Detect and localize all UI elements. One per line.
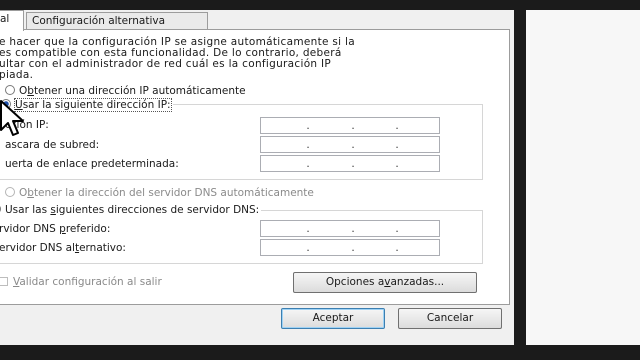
dns-manual-label: Usar las siguientes direcciones de servi… <box>5 204 260 216</box>
ip-address-input[interactable]: ... <box>260 117 440 134</box>
dns-manual-radio[interactable] <box>0 204 1 214</box>
tab-strip: al Configuración alternativa <box>0 10 514 31</box>
dns-auto-radio-row[interactable]: Obtener la dirección del servidor DNS au… <box>5 186 314 200</box>
accept-button[interactable]: Aceptar <box>281 308 385 329</box>
window-frame-bottom <box>0 345 640 360</box>
subnet-mask-input[interactable]: ... <box>260 136 440 153</box>
tcpip-properties-dialog: al Configuración alternativa e hacer que… <box>0 10 514 345</box>
mouse-cursor-icon <box>0 100 24 136</box>
alternate-dns-input[interactable]: ... <box>260 239 440 256</box>
ip-auto-radio[interactable] <box>5 85 15 95</box>
preferred-dns-input[interactable]: ... <box>260 220 440 237</box>
advanced-options-label: Opciones avanzadas... <box>325 276 445 288</box>
advanced-options-button[interactable]: Opciones avanzadas... <box>293 272 477 293</box>
accept-label: Aceptar <box>312 312 354 324</box>
cancel-button[interactable]: Cancelar <box>398 308 502 329</box>
ip-manual-radio-row[interactable]: Usar la siguiente dirección IP: <box>1 98 173 112</box>
validate-on-exit-row[interactable]: Validar configuración al salir <box>0 275 162 289</box>
tab-alternate-config-label: Configuración alternativa <box>32 15 166 27</box>
description-text: e hacer que la configuración IP se asign… <box>0 37 444 81</box>
default-gateway-label: uerta de enlace predeterminada: <box>5 158 179 170</box>
dns-manual-radio-row[interactable]: Usar las siguientes direcciones de servi… <box>0 203 262 217</box>
validate-on-exit-checkbox[interactable] <box>0 277 8 286</box>
window-frame-right <box>514 0 526 345</box>
tab-general-label: al <box>0 13 10 25</box>
ip-manual-label: Usar la siguiente dirección IP: <box>14 98 172 112</box>
background-area <box>526 10 640 345</box>
tab-general[interactable]: al <box>0 10 24 31</box>
general-tab-panel: e hacer que la configuración IP se asign… <box>0 29 510 305</box>
dns-auto-label: Obtener la dirección del servidor DNS au… <box>19 187 314 199</box>
ip-auto-label: Obtener una dirección IP automáticamente <box>19 85 246 97</box>
description-line: ultar con el administrador de red cuál e… <box>0 58 332 70</box>
alternate-dns-label: ervidor DNS alternativo: <box>0 242 126 254</box>
cancel-label: Cancelar <box>426 312 474 324</box>
default-gateway-input[interactable]: ... <box>260 155 440 172</box>
preferred-dns-label: rvidor DNS preferido: <box>0 223 111 235</box>
tab-alternate-config[interactable]: Configuración alternativa <box>26 12 208 29</box>
dns-auto-radio[interactable] <box>5 187 15 197</box>
ip-auto-radio-row[interactable]: Obtener una dirección IP automáticamente <box>5 84 246 98</box>
window-frame-top <box>0 0 640 10</box>
validate-on-exit-label: Validar configuración al salir <box>13 276 162 288</box>
description-line: piada. <box>0 69 34 81</box>
